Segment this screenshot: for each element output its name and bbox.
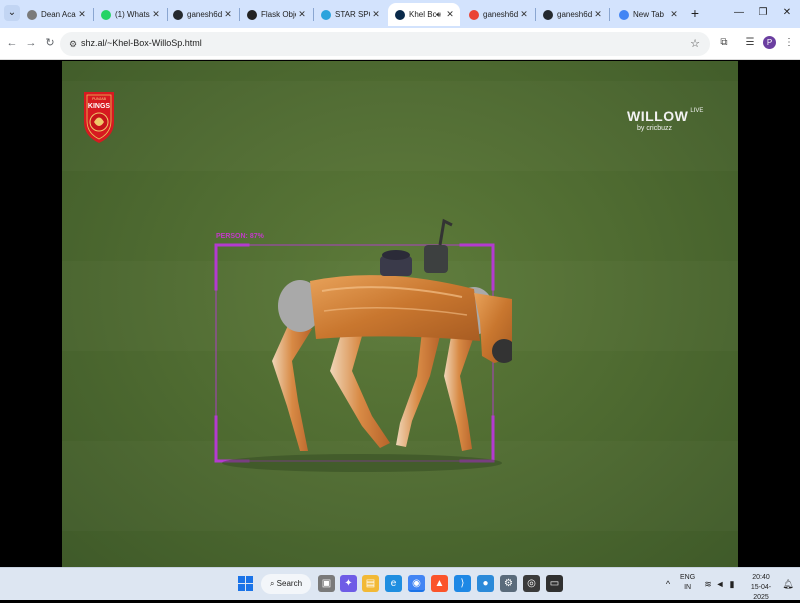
- dean-academy-icon: [27, 9, 37, 20]
- obs-icon[interactable]: ◎: [523, 575, 540, 592]
- close-tab-icon[interactable]: ✕: [444, 9, 456, 20]
- tab-separator: [609, 8, 610, 21]
- close-tab-icon[interactable]: ✕: [592, 9, 604, 20]
- close-tab-icon[interactable]: ✕: [370, 9, 382, 20]
- copilot-icon[interactable]: ✦: [340, 575, 357, 592]
- close-tab-icon[interactable]: ✕: [296, 9, 308, 20]
- telegram-icon: [321, 9, 331, 20]
- clock[interactable]: 20:40 15-04-2025: [744, 573, 778, 603]
- browser-tab[interactable]: STAR SPORTS✕: [314, 3, 386, 26]
- browser-tab[interactable]: Khel Box🔊︎✕: [388, 3, 460, 26]
- new-tab-button[interactable]: +: [687, 5, 703, 21]
- battery-icon[interactable]: ▮: [726, 578, 738, 590]
- back-arrow-icon[interactable]: ←: [5, 36, 19, 50]
- address-bar[interactable]: ⚙ shz.al/~Khel-Box-WilloSp.html ☆: [60, 32, 710, 56]
- brave-icon[interactable]: ▲: [431, 575, 448, 592]
- taskbar-search[interactable]: ⌕ Search: [261, 574, 311, 594]
- tab-title: (1) WhatsAp: [115, 10, 150, 19]
- new-tab-icon: [619, 9, 629, 20]
- audio-playing-icon[interactable]: 🔊︎: [436, 10, 441, 20]
- windows-start-icon[interactable]: [238, 576, 254, 592]
- task-view-icon[interactable]: ▣: [318, 575, 335, 592]
- gmail-icon: [469, 9, 479, 20]
- minimize-icon[interactable]: —: [728, 5, 750, 21]
- tray-chevron-up-icon[interactable]: ^: [662, 578, 674, 590]
- tab-title: New Tab: [633, 10, 664, 19]
- close-tab-icon[interactable]: ✕: [150, 9, 162, 20]
- file-explorer-icon[interactable]: ▤: [362, 575, 379, 592]
- clock-date: 15-04-2025: [750, 584, 772, 601]
- close-tab-icon[interactable]: ✕: [222, 9, 234, 20]
- reload-icon[interactable]: ↻: [43, 36, 57, 50]
- robot-dog-image: [222, 218, 512, 472]
- windows-taskbar: ⌕ Search ▣ ✦ ▤ e ◉ ▲ ⟩ ● ⚙ ◎ ▭ ^ ENG IN …: [0, 567, 800, 603]
- github-icon: [173, 9, 183, 20]
- browser-tab[interactable]: ganesh6dyv✕: [462, 3, 534, 26]
- tab-title: Flask Object: [261, 10, 296, 19]
- close-tab-icon[interactable]: ✕: [668, 9, 680, 20]
- forward-arrow-icon[interactable]: →: [24, 36, 38, 50]
- menu-kebab-icon[interactable]: ⋮: [782, 36, 796, 50]
- video-frame[interactable]: PUNJAB KINGS WILLOW LIVE by cricbuzz PERS…: [62, 61, 738, 567]
- edge-icon[interactable]: e: [385, 575, 402, 592]
- tab-title: Khel Box: [409, 10, 436, 19]
- github-icon: [543, 9, 553, 20]
- close-window-icon[interactable]: ✕: [776, 5, 798, 21]
- browser-toolbar: ← → ↻ ⚙ shz.al/~Khel-Box-WilloSp.html ☆ …: [0, 28, 800, 60]
- tab-title: ganesh6dyv: [483, 10, 518, 19]
- tab-title: ganesh6dyv: [187, 10, 222, 19]
- volume-icon[interactable]: ◄: [714, 578, 726, 590]
- clock-time: 20:40: [752, 574, 770, 581]
- whatsapp-icon: [101, 9, 111, 20]
- browser-tab[interactable]: ganesh6dyv✕: [536, 3, 608, 26]
- chrome-icon[interactable]: ◉: [408, 575, 425, 592]
- khel-box-icon: [395, 9, 405, 20]
- address-url[interactable]: shz.al/~Khel-Box-WilloSp.html: [81, 38, 202, 48]
- bookmark-star-icon[interactable]: ☆: [688, 37, 702, 51]
- vscode-icon[interactable]: ⟩: [454, 575, 471, 592]
- tab-title: ganesh6dyv: [557, 10, 592, 19]
- taskbar-search-label: Search: [276, 579, 303, 588]
- tab-search-icon[interactable]: ⌄: [4, 5, 20, 21]
- notification-bell-icon[interactable]: 🔔︎: [782, 578, 794, 590]
- tab-title: Dean Acaden: [41, 10, 76, 19]
- browser-tab[interactable]: (1) WhatsAp✕: [94, 3, 166, 26]
- wifi-icon[interactable]: ≋: [702, 578, 714, 590]
- flask-icon: [247, 9, 257, 20]
- language-indicator[interactable]: ENG IN: [680, 573, 695, 593]
- profile-avatar[interactable]: P: [763, 36, 776, 49]
- browser-tab[interactable]: Dean Acaden✕: [20, 3, 92, 26]
- browser-tab[interactable]: New Tab ✕: [612, 3, 684, 26]
- tab-strip: ⌄ Dean Acaden✕(1) WhatsAp✕ganesh6dyv✕Fla…: [0, 0, 800, 28]
- browser-tab[interactable]: Flask Object✕: [240, 3, 312, 26]
- browser-tab[interactable]: ganesh6dyv✕: [166, 3, 238, 26]
- close-tab-icon[interactable]: ✕: [518, 9, 530, 20]
- restore-icon[interactable]: ❐: [752, 5, 774, 21]
- video-viewport: PUNJAB KINGS WILLOW LIVE by cricbuzz PERS…: [0, 61, 800, 567]
- site-info-icon[interactable]: ⚙: [66, 37, 80, 51]
- terminal-icon[interactable]: ▭: [546, 575, 563, 592]
- close-tab-icon[interactable]: ✕: [76, 9, 88, 20]
- tab-title: STAR SPORTS: [335, 10, 370, 19]
- chromium-icon[interactable]: ●: [477, 575, 494, 592]
- reading-list-icon[interactable]: ☰: [743, 36, 757, 50]
- extensions-icon[interactable]: ⧉: [717, 36, 731, 50]
- settings-gear-icon[interactable]: ⚙: [500, 575, 517, 592]
- lang-top: ENG: [680, 574, 696, 581]
- lang-bottom: IN: [684, 584, 692, 591]
